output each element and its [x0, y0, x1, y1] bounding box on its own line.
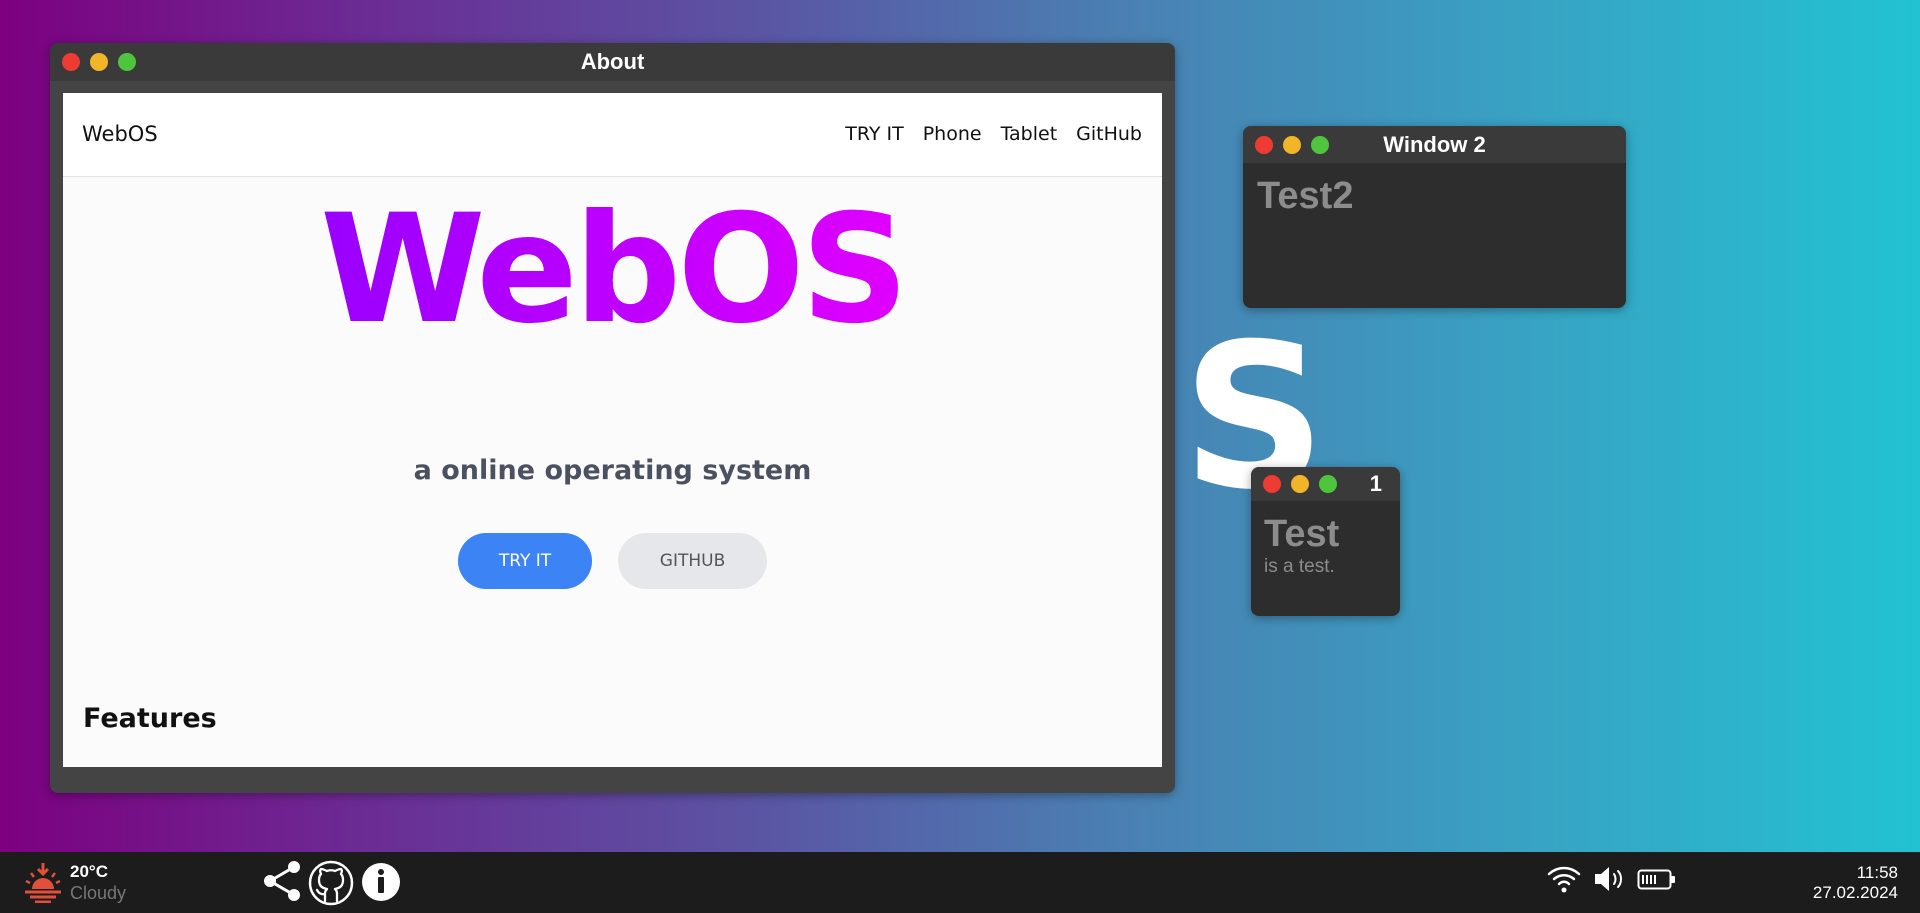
hero-title: WebOS — [63, 183, 1162, 357]
minimize-button[interactable] — [90, 53, 108, 71]
window-controls — [1255, 126, 1329, 163]
clock-date: 27.02.2024 — [1812, 883, 1898, 902]
github-icon[interactable] — [308, 860, 354, 906]
minimize-button[interactable] — [1291, 475, 1309, 493]
window-1-body: Test is a test. — [1251, 501, 1400, 590]
close-button[interactable] — [1263, 475, 1281, 493]
nav-link-github[interactable]: GitHub — [1076, 93, 1142, 176]
nav-link-try-it[interactable]: TRY IT — [845, 93, 903, 176]
taskbar: 20°C Cloudy 11:58 27.02.2024 — [0, 852, 1920, 913]
site-navbar: WebOS TRY IT Phone Tablet GitHub — [63, 93, 1162, 177]
github-button[interactable]: GITHUB — [618, 533, 767, 589]
window-2-heading: Test2 — [1257, 175, 1354, 217]
window-1-heading: Test — [1264, 513, 1340, 555]
window-2-titlebar[interactable]: Window 2 — [1243, 126, 1626, 163]
close-button[interactable] — [1255, 135, 1273, 154]
about-window-titlebar[interactable]: About — [50, 43, 1175, 81]
maximize-button[interactable] — [118, 53, 136, 71]
info-icon[interactable] — [361, 860, 401, 904]
maximize-button[interactable] — [1319, 475, 1337, 493]
window-1[interactable]: 1 Test is a test. — [1251, 467, 1400, 616]
window-2-body: Test2 — [1243, 163, 1626, 230]
close-button[interactable] — [62, 53, 80, 71]
wifi-icon[interactable] — [1547, 864, 1581, 894]
battery-icon — [1637, 869, 1675, 890]
window-title: About — [580, 49, 645, 74]
clock-time: 11:58 — [1856, 863, 1898, 882]
window-controls — [1263, 467, 1337, 501]
weather-condition: Cloudy — [70, 883, 127, 903]
about-window[interactable]: About WebOS TRY IT Phone Tablet GitHub W… — [50, 43, 1175, 793]
share-icon[interactable] — [262, 860, 302, 902]
volume-icon[interactable] — [1592, 864, 1628, 894]
about-page-content: WebOS TRY IT Phone Tablet GitHub WebOS a… — [63, 93, 1162, 767]
weather-temperature: 20°C — [70, 862, 108, 881]
nav-link-phone[interactable]: Phone — [923, 93, 982, 176]
window-1-text: is a test. — [1264, 556, 1335, 577]
site-nav-links: TRY IT Phone Tablet GitHub — [845, 93, 1142, 176]
features-heading: Features — [83, 703, 217, 734]
site-brand-link[interactable]: WebOS — [82, 93, 158, 176]
window-2[interactable]: Window 2 Test2 — [1243, 126, 1626, 308]
try-it-button[interactable]: TRY IT — [458, 533, 592, 589]
nav-link-tablet[interactable]: Tablet — [1001, 93, 1058, 176]
maximize-button[interactable] — [1311, 135, 1329, 154]
hero-subtitle: a online operating system — [413, 455, 812, 486]
sunset-icon — [25, 863, 61, 903]
minimize-button[interactable] — [1283, 135, 1301, 154]
window-1-titlebar[interactable]: 1 — [1251, 467, 1400, 501]
window-controls — [62, 43, 136, 81]
